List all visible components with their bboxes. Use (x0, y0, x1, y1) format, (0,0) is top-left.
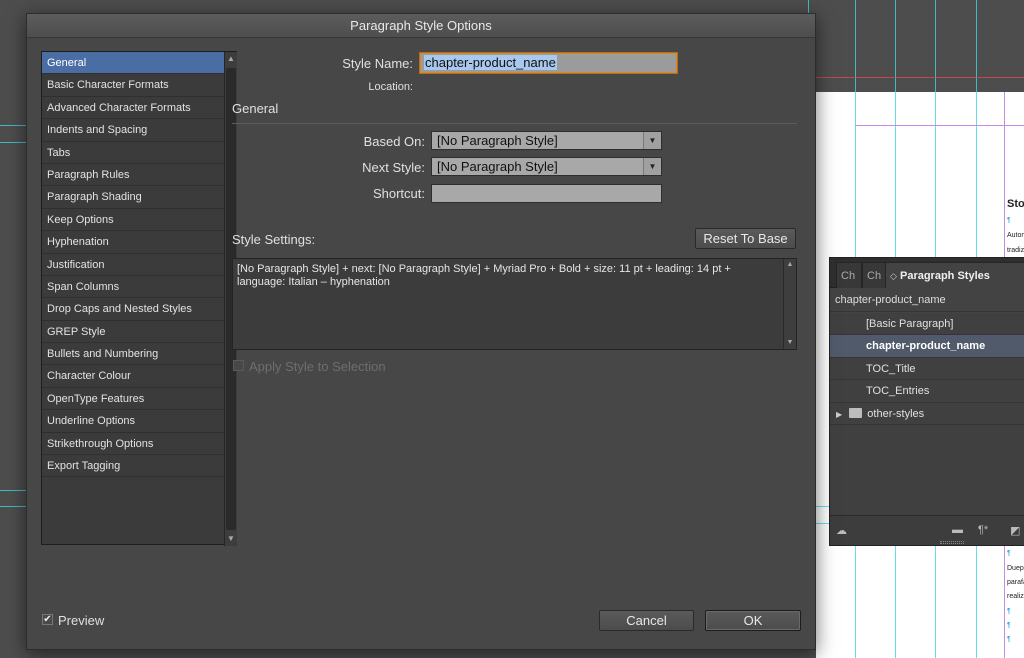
location-label: Location: (368, 81, 413, 93)
panel-footer: ☁ ▬ ¶* ◩ (830, 515, 1024, 545)
category-item[interactable]: Bullets and Numbering (42, 343, 224, 366)
category-item[interactable]: Character Colour (42, 365, 224, 388)
document-text: tradiz (1007, 247, 1024, 254)
style-name-field[interactable]: chapter-product_name (420, 53, 677, 73)
scroll-up-icon[interactable]: ▲ (784, 259, 796, 271)
pilcrow: ¶ (1007, 550, 1011, 557)
style-settings-value: [No Paragraph Style] + next: [No Paragra… (237, 263, 731, 288)
margin-guide (855, 125, 1024, 126)
current-style-name: chapter-product_name (830, 288, 1024, 312)
ok-button[interactable]: OK (705, 610, 801, 631)
pilcrow: ¶ (1007, 608, 1011, 615)
next-style-value: [No Paragraph Style] (437, 159, 558, 174)
based-on-value: [No Paragraph Style] (437, 133, 558, 148)
category-item[interactable]: Hyphenation (42, 231, 224, 254)
bleed-guide (816, 77, 1024, 78)
based-on-select[interactable]: [No Paragraph Style] ▼ (431, 131, 662, 150)
category-item[interactable]: Basic Character Formats (42, 74, 224, 97)
pilcrow: ¶ (1007, 622, 1011, 629)
tab-paragraph-styles[interactable]: ◇ Paragraph Styles (885, 262, 1024, 288)
chevron-updown-icon: ◇ (890, 271, 897, 281)
pilcrow: ¶ (1007, 217, 1011, 224)
category-item[interactable]: Strikethrough Options (42, 433, 224, 456)
clear-overrides-icon[interactable]: ¶* (978, 524, 988, 536)
settings-scrollbar[interactable]: ▲ ▼ (783, 259, 796, 349)
preview-checkbox[interactable]: ✔ (42, 614, 53, 625)
baseline-guide (0, 125, 26, 126)
resize-grip[interactable] (940, 541, 964, 544)
category-item[interactable]: General (42, 52, 224, 75)
divider (232, 123, 797, 124)
category-item[interactable]: Span Columns (42, 276, 224, 299)
apply-style-label: Apply Style to Selection (249, 359, 386, 374)
document-text: Autom (1007, 232, 1024, 239)
document-heading: Sto (1007, 198, 1024, 210)
category-item[interactable]: Justification (42, 254, 224, 276)
category-item[interactable]: Paragraph Shading (42, 186, 224, 209)
style-group-other-styles[interactable]: ▶ other-styles (830, 403, 1024, 425)
style-name-label: Style Name: (342, 56, 413, 71)
list-item[interactable]: chapter-product_name (830, 335, 1024, 358)
category-item[interactable]: Tabs (42, 142, 224, 164)
list-item[interactable]: TOC_Entries (830, 380, 1024, 403)
reset-to-base-button[interactable]: Reset To Base (695, 228, 796, 249)
style-name-value: chapter-product_name (424, 55, 557, 70)
list-item[interactable]: TOC_Title (830, 358, 1024, 381)
chevron-down-icon[interactable]: ▼ (643, 158, 661, 175)
category-item[interactable]: Indents and Spacing (42, 119, 224, 142)
chevron-down-icon[interactable]: ▼ (643, 132, 661, 149)
style-settings-text: [No Paragraph Style] + next: [No Paragra… (232, 258, 797, 350)
paragraph-styles-panel: Ch Ch ◇ Paragraph Styles chapter-product… (829, 257, 1024, 546)
shortcut-field[interactable] (431, 184, 662, 203)
document-text: parafa (1007, 579, 1024, 586)
scroll-up-icon[interactable]: ▲ (225, 52, 237, 66)
document-text: Duepi (1007, 565, 1024, 572)
document-text: realizz (1007, 593, 1024, 600)
folder-icon[interactable]: ▬ (952, 524, 963, 536)
baseline-guide (0, 142, 26, 143)
styles-list: [Basic Paragraph] chapter-product_name T… (830, 313, 1024, 516)
next-style-select[interactable]: [No Paragraph Style] ▼ (431, 157, 662, 176)
style-settings-label: Style Settings: (232, 232, 316, 247)
list-item[interactable]: [Basic Paragraph] (830, 313, 1024, 336)
baseline-guide (816, 523, 830, 524)
panel-tab-bar: Ch Ch ◇ Paragraph Styles (830, 258, 1024, 288)
cancel-button[interactable]: Cancel (599, 610, 694, 631)
category-item[interactable]: GREP Style (42, 321, 224, 344)
category-item[interactable]: OpenType Features (42, 388, 224, 411)
baseline-guide (816, 506, 830, 507)
scroll-down-icon[interactable]: ▼ (225, 532, 237, 546)
cloud-icon[interactable]: ☁ (836, 524, 847, 537)
disclosure-triangle-icon[interactable]: ▶ (836, 410, 842, 419)
section-title: General (232, 101, 279, 116)
next-style-label: Next Style: (362, 160, 425, 175)
new-style-icon[interactable]: ◩ (1010, 524, 1020, 537)
tab-character-styles[interactable]: Ch (836, 262, 862, 288)
category-item[interactable]: Export Tagging (42, 455, 224, 478)
category-item[interactable]: Paragraph Rules (42, 164, 224, 187)
folder-icon (849, 407, 863, 418)
category-item[interactable]: Underline Options (42, 410, 224, 433)
baseline-guide (0, 490, 26, 491)
scroll-down-icon[interactable]: ▼ (784, 337, 796, 349)
paragraph-style-options-dialog: Paragraph Style Options General Basic Cha… (26, 13, 816, 650)
category-list: General Basic Character Formats Advanced C… (41, 51, 237, 546)
preview-label: Preview (58, 613, 105, 628)
pilcrow: ¶ (1007, 636, 1011, 643)
group-label: other-styles (867, 407, 925, 420)
apply-style-checkbox[interactable] (233, 360, 244, 371)
category-item[interactable]: Keep Options (42, 209, 224, 232)
category-item[interactable]: Advanced Character Formats (42, 97, 224, 120)
tab-label: Paragraph Styles (899, 270, 990, 282)
based-on-label: Based On: (363, 134, 425, 149)
dialog-title[interactable]: Paragraph Style Options (27, 14, 815, 38)
category-item[interactable]: Drop Caps and Nested Styles (42, 298, 224, 321)
baseline-guide (0, 506, 26, 507)
shortcut-label: Shortcut: (372, 186, 425, 201)
